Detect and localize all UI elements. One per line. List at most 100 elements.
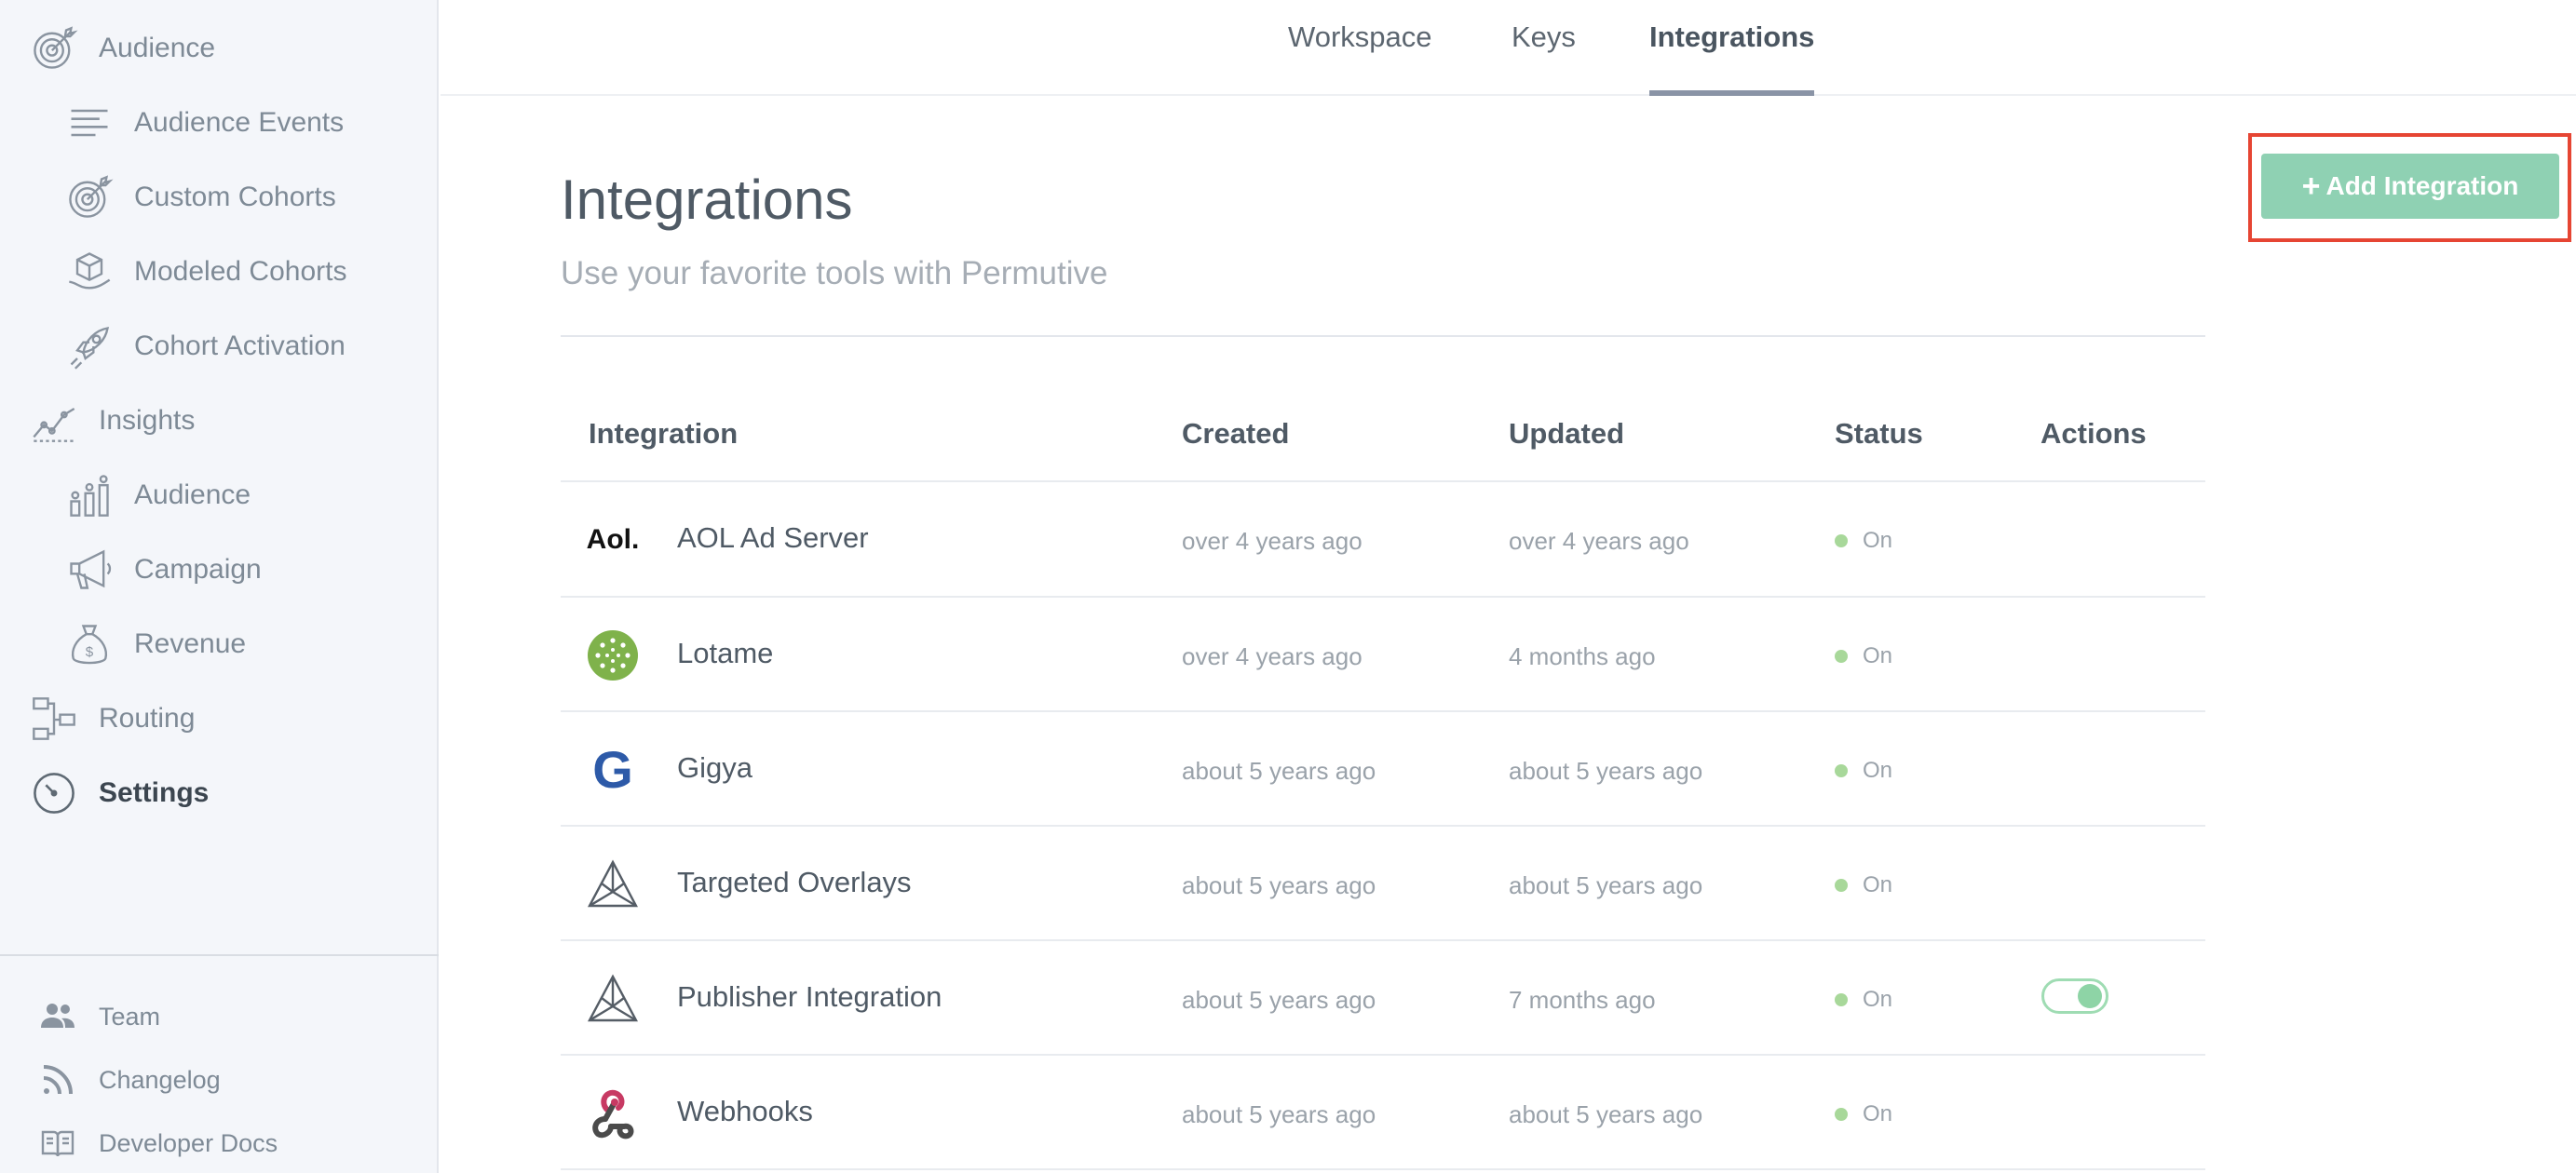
tab-workspace[interactable]: Workspace [1288, 20, 1432, 96]
footer-item-label: Developer Docs [99, 1128, 278, 1157]
cube-hand-icon [63, 246, 115, 298]
integration-name: Targeted Overlays [677, 866, 912, 898]
status-text: On [1863, 758, 1893, 783]
permutive-logo [587, 973, 639, 1025]
sidebar-item-settings[interactable]: Settings [28, 765, 209, 821]
sidebar-divider [0, 954, 439, 956]
footer-item-label: Team [99, 1002, 161, 1031]
created-cell: about 5 years ago [1182, 757, 1376, 785]
table-row[interactable]: Targeted Overlays about 5 years ago abou… [561, 827, 2205, 940]
created-cell: about 5 years ago [1182, 1100, 1376, 1128]
megaphone-icon [63, 544, 115, 596]
status-text: On [1863, 643, 1893, 668]
status-text: On [1863, 987, 1893, 1012]
footer-item-changelog[interactable]: Changelog [37, 1059, 221, 1100]
add-integration-label: Add Integration [2325, 171, 2519, 200]
page-subtitle: Use your favorite tools with Permutive [561, 255, 1108, 291]
routing-icon [28, 693, 80, 745]
created-cell: about 5 years ago [1182, 986, 1376, 1014]
rss-icon [37, 1059, 78, 1100]
created-cell: about 5 years ago [1182, 871, 1376, 899]
gauge-icon [28, 767, 80, 819]
updated-cell: 4 months ago [1509, 642, 1656, 670]
sidebar: Audience Audience Events Custom Cohorts … [0, 0, 439, 1173]
updated-cell: about 5 years ago [1509, 1100, 1703, 1128]
sidebar-item-revenue[interactable]: $ Revenue [63, 616, 246, 672]
table-row[interactable]: Lotame over 4 years ago 4 months ago On [561, 598, 2205, 711]
column-header-updated: Updated [1509, 417, 1624, 450]
sidebar-item-cohort-activation[interactable]: Cohort Activation [63, 318, 346, 374]
status-badge: On [1835, 987, 1892, 1013]
header-divider [561, 335, 2205, 337]
svg-text:$: $ [86, 644, 94, 660]
status-dot [1835, 879, 1848, 892]
toggle-knob [2078, 984, 2102, 1008]
integration-name: Webhooks [677, 1095, 813, 1127]
money-bag-icon: $ [63, 618, 115, 670]
sidebar-item-insights-audience[interactable]: Audience [63, 467, 251, 523]
column-header-status: Status [1835, 417, 1923, 450]
status-text: On [1863, 872, 1893, 897]
column-header-actions: Actions [2040, 417, 2147, 450]
status-text: On [1863, 1101, 1893, 1126]
footer-item-label: Changelog [99, 1065, 221, 1094]
status-badge: On [1835, 528, 1892, 554]
column-header-integration: Integration [589, 417, 739, 450]
sidebar-item-label: Revenue [134, 628, 247, 659]
tab-integrations[interactable]: Integrations [1649, 20, 1815, 96]
sidebar-item-audience-events[interactable]: Audience Events [63, 95, 344, 151]
sidebar-item-modeled-cohorts[interactable]: Modeled Cohorts [63, 244, 346, 300]
status-badge: On [1835, 643, 1892, 669]
status-dot [1835, 993, 1848, 1006]
sidebar-item-label: Campaign [134, 554, 262, 585]
footer-item-developer-docs[interactable]: Developer Docs [37, 1123, 278, 1164]
add-integration-button[interactable]: + Add Integration [2261, 154, 2559, 219]
page-title: Integrations [561, 169, 853, 231]
sidebar-item-label: Insights [99, 405, 196, 436]
created-cell: over 4 years ago [1182, 642, 1363, 670]
footer-item-team[interactable]: Team [37, 996, 160, 1037]
tab-keys[interactable]: Keys [1512, 20, 1576, 96]
sidebar-item-insights[interactable]: Insights [28, 393, 195, 449]
sidebar-item-label: Settings [99, 777, 210, 808]
top-tabs: Workspace Keys Integrations [441, 0, 2576, 96]
table-divider [561, 1168, 2205, 1170]
table-row[interactable]: Aol. AOL Ad Server over 4 years ago over… [561, 482, 2205, 596]
status-dot [1835, 1108, 1848, 1121]
table-row[interactable]: Publisher Integration about 5 years ago … [561, 941, 2205, 1055]
target-icon [28, 22, 80, 74]
sidebar-item-routing[interactable]: Routing [28, 691, 195, 747]
created-cell: over 4 years ago [1182, 527, 1363, 555]
permutive-logo [587, 858, 639, 910]
table-row[interactable]: G Gigya about 5 years ago about 5 years … [561, 712, 2205, 826]
enable-toggle[interactable] [2041, 978, 2108, 1014]
lines-icon [63, 97, 115, 149]
team-icon [37, 996, 78, 1037]
book-icon [37, 1123, 78, 1164]
sidebar-item-audience[interactable]: Audience [28, 20, 215, 76]
integration-name: Gigya [677, 751, 752, 784]
status-dot [1835, 650, 1848, 663]
sidebar-item-label: Audience Events [134, 107, 345, 138]
plus-icon: + [2301, 168, 2321, 204]
sidebar-item-label: Custom Cohorts [134, 182, 336, 212]
trend-icon [28, 395, 80, 447]
sidebar-item-label: Routing [99, 703, 196, 734]
status-badge: On [1835, 872, 1892, 898]
gigya-logo-text: G [592, 740, 633, 799]
webhooks-logo [587, 1087, 639, 1139]
integration-name: Lotame [677, 637, 774, 669]
status-dot [1835, 534, 1848, 547]
lotame-logo [587, 629, 639, 681]
integration-name: Publisher Integration [677, 980, 942, 1013]
sidebar-item-custom-cohorts[interactable]: Custom Cohorts [63, 169, 336, 225]
integration-name: AOL Ad Server [677, 521, 869, 554]
status-dot [1835, 764, 1848, 777]
sidebar-item-label: Audience [134, 479, 251, 510]
rocket-icon [63, 320, 115, 372]
target-icon [63, 171, 115, 223]
sidebar-item-label: Cohort Activation [134, 330, 346, 361]
sidebar-item-campaign[interactable]: Campaign [63, 542, 262, 598]
sidebar-item-label: Audience [99, 33, 216, 63]
table-row[interactable]: Webhooks about 5 years ago about 5 years… [561, 1056, 2205, 1169]
